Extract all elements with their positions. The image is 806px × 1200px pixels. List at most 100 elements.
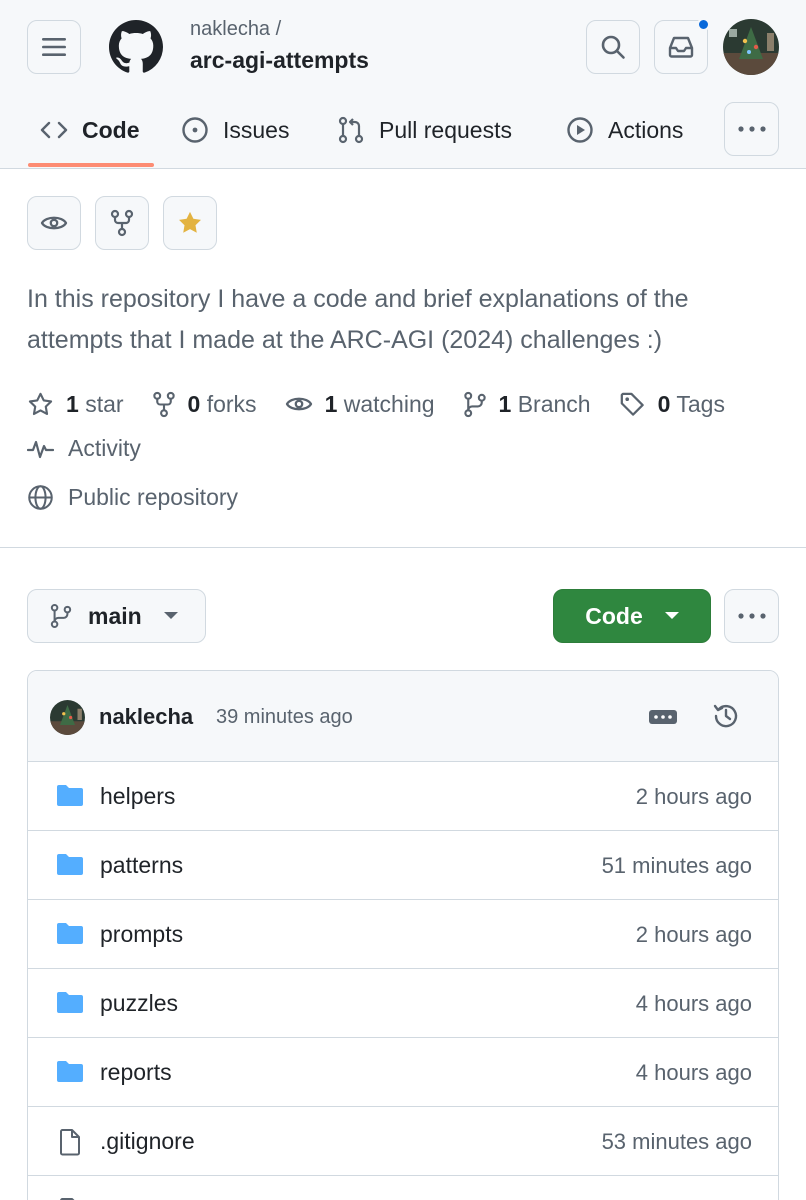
inbox-icon <box>668 36 694 58</box>
star-button[interactable] <box>163 196 217 250</box>
commit-time: 39 minutes ago <box>216 706 353 728</box>
history-icon[interactable] <box>711 701 741 731</box>
pulse-icon <box>27 440 54 458</box>
search-button[interactable] <box>586 20 640 74</box>
code-icon <box>40 121 68 139</box>
tab-pull-requests[interactable]: Pull requests <box>337 100 512 160</box>
repo-header: naklecha / arc-agi-attempts Code Issues … <box>0 0 806 169</box>
fork-button[interactable] <box>95 196 149 250</box>
file-updated: 4 hours ago <box>635 991 752 1016</box>
folder-icon <box>57 854 83 875</box>
more-tabs-button[interactable] <box>724 102 779 156</box>
github-logo-icon[interactable] <box>109 20 163 74</box>
user-avatar[interactable] <box>723 19 779 75</box>
triangle-down-icon <box>664 612 679 619</box>
folder-icon <box>57 992 83 1013</box>
play-icon <box>567 117 593 143</box>
more-options-button[interactable] <box>724 589 779 643</box>
branch-label: Branch <box>517 390 591 417</box>
tab-issues[interactable]: Issues <box>181 100 289 160</box>
forks-stat[interactable]: 0 forks <box>152 391 257 418</box>
git-branch-icon <box>463 391 486 417</box>
file-name[interactable]: reports <box>100 1059 172 1086</box>
watch-button[interactable] <box>27 196 81 250</box>
globe-icon <box>28 485 53 510</box>
repo-owner[interactable]: naklecha / <box>190 18 281 41</box>
stars-stat[interactable]: 1 star <box>27 391 124 418</box>
file-icon <box>60 1129 80 1156</box>
file-name[interactable]: patterns <box>100 852 183 879</box>
file-updated: 51 minutes ago <box>601 853 752 878</box>
file-updated: 2 hours ago <box>635 784 752 809</box>
repo-forked-icon <box>152 391 175 417</box>
file-name[interactable]: .gitignore <box>100 1128 195 1155</box>
tag-icon <box>620 392 644 416</box>
git-pull-request-icon <box>338 116 364 144</box>
triangle-down-icon <box>163 612 178 619</box>
commit-message-toggle[interactable] <box>646 705 680 729</box>
tags-label: Tags <box>676 390 725 417</box>
active-tab-underline <box>28 163 154 167</box>
branch-selector[interactable]: main <box>27 589 206 643</box>
file-name[interactable]: puzzles <box>100 990 178 1017</box>
file-name[interactable]: helpers <box>100 783 175 810</box>
issue-opened-icon <box>182 117 208 143</box>
branch-name: main <box>88 602 142 629</box>
repo-forked-icon <box>110 209 134 237</box>
latest-commit-bar: naklecha 39 minutes ago <box>28 671 778 762</box>
menu-button[interactable] <box>27 20 81 74</box>
tab-code[interactable]: Code <box>40 100 140 160</box>
stars-count: 1 <box>66 390 79 417</box>
code-button-label: Code <box>585 602 643 629</box>
stars-label: star <box>85 390 124 417</box>
tab-actions[interactable]: Actions <box>566 100 683 160</box>
visibility-info: Public repository <box>27 484 238 511</box>
file-browser: naklecha 39 minutes ago helpers 2 hours … <box>27 670 779 1200</box>
file-name[interactable]: prompts <box>100 921 183 948</box>
code-dropdown-button[interactable]: Code <box>553 589 711 643</box>
watching-label: watching <box>343 390 435 417</box>
activity-label: Activity <box>68 435 141 461</box>
forks-count: 0 <box>187 390 201 417</box>
file-row-prompts[interactable]: prompts 2 hours ago <box>28 900 778 969</box>
repo-name[interactable]: arc-agi-attempts <box>190 47 369 74</box>
folder-icon <box>57 1061 83 1082</box>
git-branch-icon <box>50 603 72 629</box>
forks-label: forks <box>206 390 257 417</box>
section-divider <box>0 547 806 548</box>
hamburger-icon <box>42 38 66 56</box>
tab-actions-label: Actions <box>608 116 684 143</box>
repo-stats: 1 star 0 forks 1 watching 1 Branch 0 Tag… <box>27 385 725 423</box>
kebab-horizontal-icon <box>737 126 766 132</box>
kebab-horizontal-icon <box>737 613 766 619</box>
watching-stat[interactable]: 1 watching <box>285 391 435 418</box>
repo-tabs: Code Issues Pull requests Actions <box>0 100 806 169</box>
file-row-partial[interactable] <box>28 1176 778 1200</box>
notification-dot <box>697 18 710 31</box>
branch-stat[interactable]: 1 Branch <box>463 391 591 418</box>
folder-icon <box>57 923 83 944</box>
watching-count: 1 <box>324 390 338 417</box>
star-icon <box>28 392 53 415</box>
file-row-patterns[interactable]: patterns 51 minutes ago <box>28 831 778 900</box>
file-row-helpers[interactable]: helpers 2 hours ago <box>28 762 778 831</box>
file-row-reports[interactable]: reports 4 hours ago <box>28 1038 778 1107</box>
eye-icon <box>285 397 312 411</box>
tab-pull-requests-label: Pull requests <box>379 116 512 143</box>
file-updated: 2 hours ago <box>635 922 752 947</box>
eye-icon <box>40 216 68 230</box>
commit-author-avatar[interactable] <box>50 700 85 735</box>
file-updated: 53 minutes ago <box>601 1129 752 1154</box>
tags-stat[interactable]: 0 Tags <box>619 391 725 418</box>
branch-count: 1 <box>498 390 512 417</box>
repo-description: In this repository I have a code and bri… <box>27 285 689 354</box>
folder-icon <box>57 785 83 806</box>
file-row-gitignore[interactable]: .gitignore 53 minutes ago <box>28 1107 778 1176</box>
visibility-label: Public repository <box>68 484 239 510</box>
tab-code-label: Code <box>82 116 140 143</box>
file-row-puzzles[interactable]: puzzles 4 hours ago <box>28 969 778 1038</box>
activity-link[interactable]: Activity <box>27 435 141 462</box>
search-icon <box>601 35 625 59</box>
commit-author[interactable]: naklecha <box>99 704 193 730</box>
file-updated: 4 hours ago <box>635 1060 752 1085</box>
